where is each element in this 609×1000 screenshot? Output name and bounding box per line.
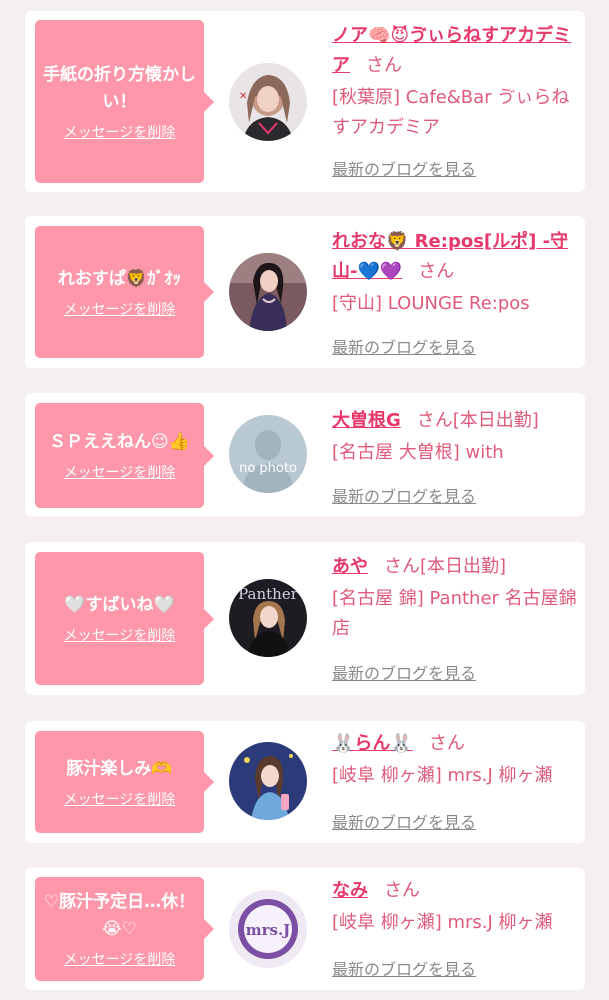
delete-message-link[interactable]: メッセージを削除	[64, 122, 176, 142]
avatar[interactable]	[229, 742, 307, 820]
message-bubble: ♡豚汁予定日…休！😭♡ メッセージを削除	[35, 877, 214, 981]
name-line: 大曽根G さん[本日出勤]	[332, 406, 577, 436]
message-bubble: ＳＰええねん😉👍 メッセージを削除	[35, 403, 214, 508]
name-line: 🐰らん🐰 さん	[332, 729, 577, 759]
member-name-link[interactable]: あや	[332, 556, 368, 577]
latest-blog-link[interactable]: 最新のブログを見る	[332, 956, 476, 980]
avatar-logo-text: mrs.J	[246, 921, 291, 939]
avatar-placeholder-text: no photo	[239, 461, 297, 476]
delete-message-link[interactable]: メッセージを削除	[64, 625, 176, 645]
attendance-status: [本日出勤]	[452, 410, 539, 431]
avatar[interactable]: Panther	[229, 579, 307, 657]
latest-blog-link[interactable]: 最新のブログを見る	[332, 483, 476, 507]
avatar-logo-text: Panther	[238, 585, 299, 603]
shop-info: [秋葉原] Cafe&Bar ゔぃらねすアカデミア	[332, 87, 570, 138]
honorific: さん	[428, 733, 465, 754]
delete-message-link[interactable]: メッセージを削除	[64, 299, 176, 319]
message-text: 手紙の折り方懐かしい！	[43, 64, 196, 112]
message-bubble: れおすぱ🦁ｶﾞｵｯ メッセージを削除	[35, 226, 214, 358]
message-card: ♡豚汁予定日…休！😭♡ メッセージを削除 mrs.J なみ さん [岐阜 柳ヶ瀬]…	[25, 868, 585, 990]
name-line: れおな🦁 Re:pos[ルポ] -守山-💙💜 さん	[332, 227, 577, 287]
attendance-status: [本日出勤]	[420, 556, 507, 577]
shop-info: [岐阜 柳ヶ瀬] mrs.J 柳ヶ瀬	[332, 765, 553, 786]
message-card: 🤍すばいね🤍 メッセージを削除 Panther あや さん[本日出勤] [名古屋 …	[25, 542, 585, 695]
message-bubble: 🤍すばいね🤍 メッセージを削除	[35, 552, 214, 685]
member-name-link[interactable]: 🐰らん🐰	[332, 733, 413, 754]
message-text: れおすぱ🦁ｶﾞｵｯ	[57, 268, 182, 289]
member-info: なみ さん [岐阜 柳ヶ瀬] mrs.J 柳ヶ瀬	[332, 876, 577, 938]
honorific: さん	[366, 55, 402, 76]
latest-blog-link[interactable]: 最新のブログを見る	[332, 660, 476, 684]
message-text: 🤍すばいね🤍	[64, 595, 175, 615]
delete-message-link[interactable]: メッセージを削除	[64, 949, 176, 969]
message-text: ＳＰええねん😉👍	[49, 432, 190, 452]
message-card: 手紙の折り方懐かしい！ メッセージを削除 ✕ ノア🧠😈ゔぃらねすアカデミア さん …	[25, 11, 585, 192]
avatar[interactable]: mrs.J	[229, 890, 307, 968]
latest-blog-link[interactable]: 最新のブログを見る	[332, 156, 476, 180]
member-name-link[interactable]: なみ	[332, 880, 368, 901]
message-text: 豚汁楽しみ🫶	[66, 758, 173, 779]
message-bubble: 豚汁楽しみ🫶 メッセージを削除	[35, 731, 214, 833]
member-info: れおな🦁 Re:pos[ルポ] -守山-💙💜 さん [守山] LOUNGE Re:…	[332, 227, 577, 319]
latest-blog-link[interactable]: 最新のブログを見る	[332, 334, 476, 358]
message-card: ＳＰええねん😉👍 メッセージを削除 no photo 大曽根G さん[本日出勤] …	[25, 393, 585, 516]
message-card: 豚汁楽しみ🫶 メッセージを削除 🐰らん🐰 さん [岐阜 柳ヶ瀬] mrs.J 柳ヶ…	[25, 721, 585, 843]
shop-info: [守山] LOUNGE Re:pos	[332, 293, 530, 314]
message-card: れおすぱ🦁ｶﾞｵｯ メッセージを削除 れおな🦁 Re:pos[ルポ] -守山-💙…	[25, 216, 585, 368]
shop-info: [岐阜 柳ヶ瀬] mrs.J 柳ヶ瀬	[332, 912, 553, 933]
shop-info: [名古屋 錦] Panther 名古屋錦店	[332, 588, 577, 639]
avatar[interactable]: no photo	[229, 415, 307, 493]
member-info: 大曽根G さん[本日出勤] [名古屋 大曽根] with	[332, 406, 577, 468]
member-info: ノア🧠😈ゔぃらねすアカデミア さん [秋葉原] Cafe&Bar ゔぃらねすアカデ…	[332, 21, 577, 143]
svg-text:✕: ✕	[239, 91, 247, 102]
honorific: さん	[416, 410, 453, 431]
member-name-link[interactable]: 大曽根G	[332, 410, 401, 431]
honorific: さん	[384, 556, 420, 577]
name-line: あや さん[本日出勤]	[332, 552, 577, 582]
latest-blog-link[interactable]: 最新のブログを見る	[332, 809, 476, 833]
name-line: ノア🧠😈ゔぃらねすアカデミア さん	[332, 21, 577, 81]
member-info: あや さん[本日出勤] [名古屋 錦] Panther 名古屋錦店	[332, 552, 577, 644]
member-info: 🐰らん🐰 さん [岐阜 柳ヶ瀬] mrs.J 柳ヶ瀬	[332, 729, 577, 791]
avatar[interactable]	[229, 253, 307, 331]
avatar[interactable]: ✕	[229, 63, 307, 141]
shop-info: [名古屋 大曽根] with	[332, 442, 504, 463]
message-bubble: 手紙の折り方懐かしい！ メッセージを削除	[35, 20, 214, 183]
delete-message-link[interactable]: メッセージを削除	[64, 462, 176, 482]
honorific: さん	[384, 880, 420, 901]
honorific: さん	[418, 261, 455, 282]
message-text: ♡豚汁予定日…休！😭♡	[43, 892, 196, 939]
delete-message-link[interactable]: メッセージを削除	[64, 789, 176, 809]
name-line: なみ さん	[332, 876, 577, 906]
